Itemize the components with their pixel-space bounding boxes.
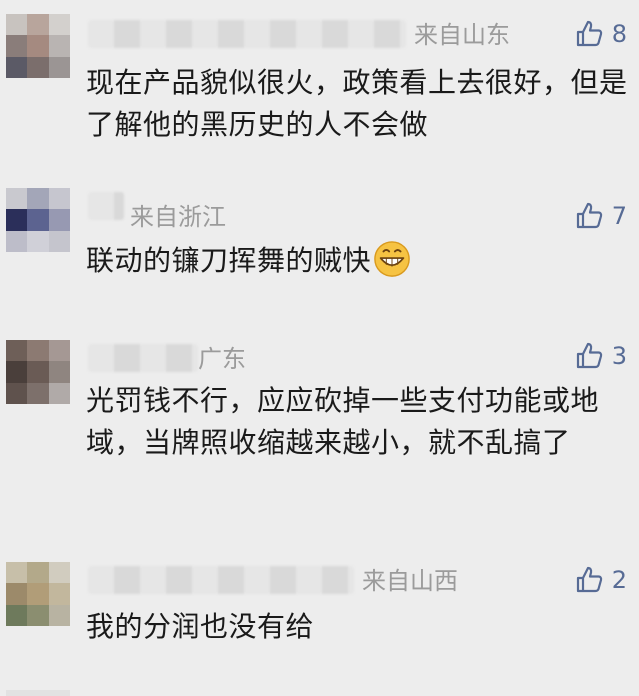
- username-blurred[interactable]: [88, 566, 354, 594]
- comment-text: 我的分润也没有给: [86, 610, 315, 643]
- like-count: 7: [611, 202, 627, 230]
- thumbs-up-icon: [576, 566, 602, 593]
- comment-text: 光罚钱不行，应应砍掉一些支付功能或地域，当牌照收缩越来越小，就不乱搞了: [86, 384, 600, 459]
- comment-location: 来自山东: [414, 21, 510, 49]
- grin-emoji-icon: [374, 241, 410, 277]
- username-blurred[interactable]: [88, 192, 124, 220]
- like-count: 8: [611, 20, 627, 48]
- next-avatar-partial: [6, 690, 70, 696]
- username-blurred[interactable]: [88, 344, 198, 372]
- like-button[interactable]: 8: [574, 18, 627, 50]
- username-blurred[interactable]: [88, 20, 406, 48]
- thumbs-up-icon: [576, 342, 602, 369]
- comment-location: 来自浙江: [130, 203, 226, 231]
- comment-item: 来自山东 8 现在产品貌似很火，政策看上去很好，但是了解他的黑历史的人不会做: [0, 0, 639, 170]
- avatar[interactable]: [6, 340, 70, 404]
- comment-location: 来自山西: [362, 567, 458, 595]
- comment-item: 来自山西 2 我的分润也没有给: [0, 540, 639, 690]
- avatar[interactable]: [6, 188, 70, 252]
- like-button[interactable]: 3: [574, 340, 627, 372]
- like-count: 3: [611, 342, 627, 370]
- comment-text: 联动的镰刀挥舞的贼快: [86, 240, 631, 282]
- avatar[interactable]: [6, 14, 70, 78]
- comment-text-content: 联动的镰刀挥舞的贼快: [86, 244, 372, 277]
- like-count: 2: [611, 566, 627, 594]
- comment-item: 广东 3 光罚钱不行，应应砍掉一些支付功能或地域，当牌照收缩越来越小，就不乱搞了: [0, 320, 639, 540]
- comment-list: 来自山东 8 现在产品貌似很火，政策看上去很好，但是了解他的黑历史的人不会做 来…: [0, 0, 639, 696]
- like-button[interactable]: 2: [574, 564, 627, 596]
- comment-location: 广东: [198, 345, 246, 373]
- avatar[interactable]: [6, 562, 70, 626]
- thumbs-up-icon: [576, 202, 602, 229]
- thumbs-up-icon: [576, 20, 602, 47]
- comment-text: 现在产品貌似很火，政策看上去很好，但是了解他的黑历史的人不会做: [86, 66, 628, 141]
- comment-item: 来自浙江 7 联动的镰刀挥舞的贼快: [0, 170, 639, 320]
- like-button[interactable]: 7: [574, 200, 627, 232]
